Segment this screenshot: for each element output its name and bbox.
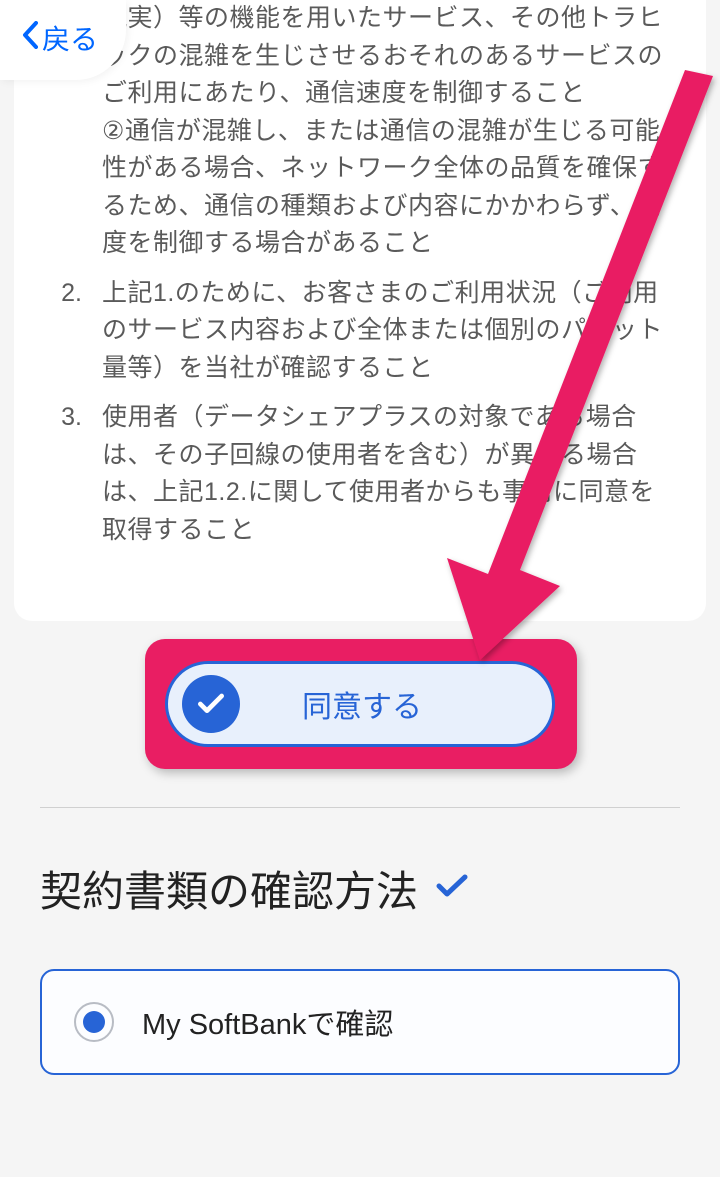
back-button-label: 戻る (42, 18, 98, 58)
section-divider (40, 807, 680, 808)
terms-list-item: 3. 使用者（データシェアプラスの対象である場合は、その子回線の使用者を含む）が… (44, 399, 676, 549)
agree-button[interactable]: 同意する (165, 661, 555, 747)
terms-card: 現実）等の機能を用いたサービス、その他トラヒックの混雑を生じさせるおそれのあるサ… (14, 0, 706, 621)
radio-selected-icon (83, 1011, 105, 1033)
list-text: 使用者（データシェアプラスの対象である場合は、その子回線の使用者を含む）が異なる… (102, 399, 676, 549)
agree-button-container: 同意する (0, 661, 720, 747)
chevron-left-icon (22, 21, 38, 56)
terms-list-item: 現実）等の機能を用いたサービス、その他トラヒックの混雑を生じさせるおそれのあるサ… (44, 0, 676, 263)
check-icon (436, 874, 468, 903)
terms-list-item: 2. 上記1.のために、お客さまのご利用状況（ご利用のサービス内容および全体また… (44, 275, 676, 388)
list-text: 上記1.のために、お客さまのご利用状況（ご利用のサービス内容および全体または個別… (102, 275, 676, 388)
list-number: 3. (44, 399, 82, 549)
radio-button-icon (74, 1002, 114, 1042)
radio-option-mysoftbank[interactable]: My SoftBankで確認 (40, 969, 680, 1075)
agree-button-label: 同意する (302, 682, 422, 726)
list-text: 現実）等の機能を用いたサービス、その他トラヒックの混雑を生じさせるおそれのあるサ… (102, 0, 676, 263)
section-title: 契約書類の確認方法 (40, 858, 418, 919)
radio-option-label: My SoftBankで確認 (142, 1001, 393, 1043)
back-button[interactable]: 戻る (0, 0, 126, 80)
section-header: 契約書類の確認方法 (40, 858, 680, 919)
check-circle-icon (182, 675, 240, 733)
list-number: 2. (44, 275, 82, 388)
